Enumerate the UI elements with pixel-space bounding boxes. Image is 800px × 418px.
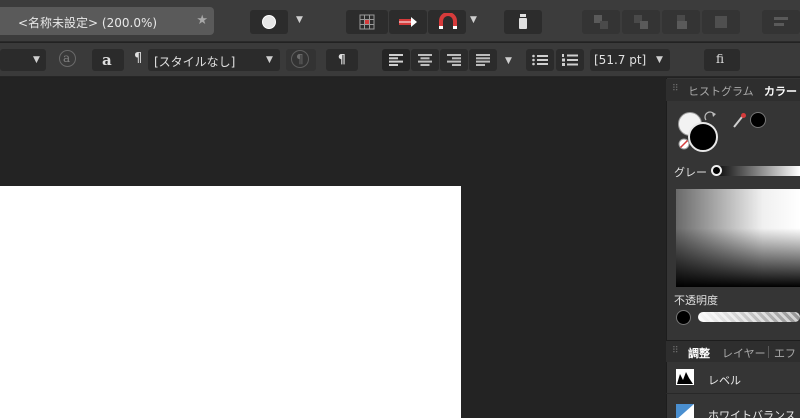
bring-forward-icon: [677, 15, 687, 29]
artboard-page[interactable]: [0, 186, 461, 418]
panel-grip-icon[interactable]: ⠿: [672, 84, 679, 94]
align-left-button[interactable]: [382, 49, 410, 71]
main-toolbar: <名称未設定> (200.0%) ★ ▼ ▼: [0, 0, 800, 42]
font-family-dropdown-icon: ▼: [33, 55, 40, 65]
white-balance-icon: [676, 404, 694, 418]
snapping-dropdown-icon[interactable]: ▼: [470, 15, 477, 25]
pilcrow-icon: ¶: [338, 52, 346, 66]
align-icon: [774, 17, 788, 26]
swap-colors-icon[interactable]: [703, 110, 717, 124]
adjustment-row-divider: [666, 393, 800, 394]
grid-snap-button[interactable]: [346, 10, 388, 34]
opacity-slider[interactable]: [698, 312, 800, 322]
magnet-icon: [439, 13, 457, 29]
adjustment-white-balance-label: ホワイトバランス: [708, 409, 796, 418]
bullet-list-icon: [532, 54, 548, 66]
tab-histogram[interactable]: ヒストグラム: [688, 83, 754, 99]
adjustment-levels-item[interactable]: レベル: [666, 363, 800, 393]
adjustment-white-balance-item[interactable]: ホワイトバランス: [666, 398, 800, 418]
selection-mode-dropdown-icon[interactable]: ▼: [296, 15, 303, 25]
numbered-list-button[interactable]: [556, 49, 584, 71]
adjustment-levels-label: レベル: [708, 374, 741, 387]
arrange-front-button[interactable]: [702, 10, 740, 34]
justify-icon: [476, 54, 490, 66]
font-size-dropdown-icon: ▼: [656, 55, 663, 65]
assistant-button[interactable]: [504, 10, 542, 34]
show-special-chars-button[interactable]: ¶: [326, 49, 358, 71]
bullet-list-button[interactable]: [526, 49, 554, 71]
context-toolbar: ▼ a a ¶ [スタイルなし] ▼ ¶ ¶ ▼ [51.7 pt] ▼ ﬁ: [0, 43, 800, 77]
align-left-icon: [389, 54, 403, 66]
font-size-value: [51.7 pt]: [594, 53, 647, 67]
gray-slider[interactable]: [716, 166, 800, 176]
outline-a-button[interactable]: a: [56, 50, 80, 70]
opacity-label: 不透明度: [674, 294, 718, 307]
alignment-dropdown-icon[interactable]: ▼: [505, 56, 512, 66]
bring-front-icon: [715, 16, 727, 28]
align-right-icon: [447, 54, 461, 66]
font-family-dropdown[interactable]: ▼: [0, 49, 46, 71]
tab-divider: [768, 346, 769, 358]
circle-selection-icon: [262, 15, 276, 29]
gray-slider-handle[interactable]: [711, 165, 722, 176]
grid-icon: [359, 14, 375, 30]
reverse-pilcrow-button[interactable]: ¶: [286, 49, 316, 71]
tab-layers[interactable]: レイヤー: [722, 345, 766, 361]
no-color-icon[interactable]: [678, 138, 690, 150]
opacity-swatch: [676, 310, 691, 325]
send-backward-icon: [634, 15, 648, 29]
align-snap-button[interactable]: [389, 10, 427, 34]
align-menu-button[interactable]: [762, 10, 800, 34]
typography-button[interactable]: ﬁ: [704, 49, 740, 71]
align-center-icon: [418, 54, 432, 66]
numbered-list-icon: [562, 54, 578, 66]
arrange-backward-button[interactable]: [622, 10, 660, 34]
paragraph-style-value: [スタイルなし]: [154, 55, 236, 69]
paragraph-style-pilcrow-icon: ¶: [134, 51, 143, 66]
tab-effects[interactable]: エフ: [774, 345, 796, 361]
send-back-icon: [594, 15, 608, 29]
outline-a-glyph: a: [63, 51, 71, 65]
arrange-back-button[interactable]: [582, 10, 620, 34]
paragraph-style-dropdown[interactable]: [スタイルなし] ▼: [148, 49, 280, 71]
color-picker-box[interactable]: [676, 189, 800, 287]
assistant-icon: [519, 14, 527, 29]
stroke-color-well[interactable]: [688, 122, 718, 152]
document-tab-title: <名称未設定> (200.0%): [18, 16, 158, 30]
ligature-fi-glyph: ﬁ: [716, 52, 725, 66]
levels-icon: [676, 369, 694, 385]
color-panel-tabs: ⠿ ヒストグラム カラー: [666, 79, 800, 101]
picked-color-swatch[interactable]: [750, 112, 766, 128]
adjustment-panel-grip-icon[interactable]: ⠿: [672, 346, 679, 356]
document-tab[interactable]: <名称未設定> (200.0%) ★: [0, 7, 214, 35]
adjustment-panel-tabs: ⠿ 調整 レイヤー エフ: [666, 340, 800, 362]
align-center-button[interactable]: [411, 49, 439, 71]
tab-adjustment[interactable]: 調整: [688, 345, 710, 361]
a-glyph: a: [102, 51, 112, 69]
gray-label: グレー: [674, 166, 707, 179]
reverse-pilcrow-glyph: ¶: [296, 52, 304, 66]
text-frame-a-button[interactable]: a: [92, 49, 124, 71]
color-picker-icon[interactable]: [731, 112, 747, 130]
modified-star-icon: ★: [196, 13, 208, 28]
align-right-button[interactable]: [440, 49, 468, 71]
arrange-forward-button[interactable]: [662, 10, 700, 34]
justify-button[interactable]: [469, 49, 497, 71]
arrow-snap-icon: [399, 17, 417, 27]
font-size-dropdown[interactable]: [51.7 pt] ▼: [590, 49, 670, 71]
magnet-snapping-button[interactable]: [428, 10, 466, 34]
selection-mode-button[interactable]: [250, 10, 288, 34]
tab-color[interactable]: カラー: [764, 83, 797, 99]
paragraph-style-dropdown-icon: ▼: [266, 55, 273, 65]
